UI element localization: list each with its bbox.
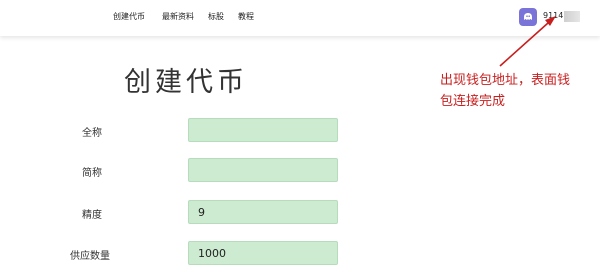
wallet-connect-button[interactable]: 9114 — [519, 8, 580, 26]
wallet-icon — [519, 8, 537, 26]
full-name-label: 全称 — [82, 128, 102, 139]
nav-item-tutorial[interactable]: 教程 — [238, 11, 254, 22]
full-name-input[interactable] — [188, 118, 338, 142]
nav-item-label[interactable]: 标股 — [208, 11, 224, 22]
nav-item-create-token[interactable]: 创建代币 — [113, 11, 145, 22]
symbol-input[interactable] — [188, 158, 338, 182]
decimals-input[interactable] — [188, 200, 338, 224]
wallet-address-redacted — [564, 11, 580, 22]
supply-input[interactable] — [188, 241, 338, 265]
wallet-address: 9114 — [543, 11, 564, 20]
annotation-note: 出现钱包地址，表面钱包连接完成 — [440, 73, 571, 109]
supply-label: 供应数量 — [70, 251, 110, 262]
page-title: 创建代币 — [124, 67, 248, 98]
symbol-label: 简称 — [82, 168, 102, 179]
top-navbar: 创建代币 最新资料 标股 教程 9114 — [0, 0, 600, 36]
decimals-label: 精度 — [82, 210, 102, 221]
nav-item-latest-info[interactable]: 最新资料 — [162, 11, 194, 22]
